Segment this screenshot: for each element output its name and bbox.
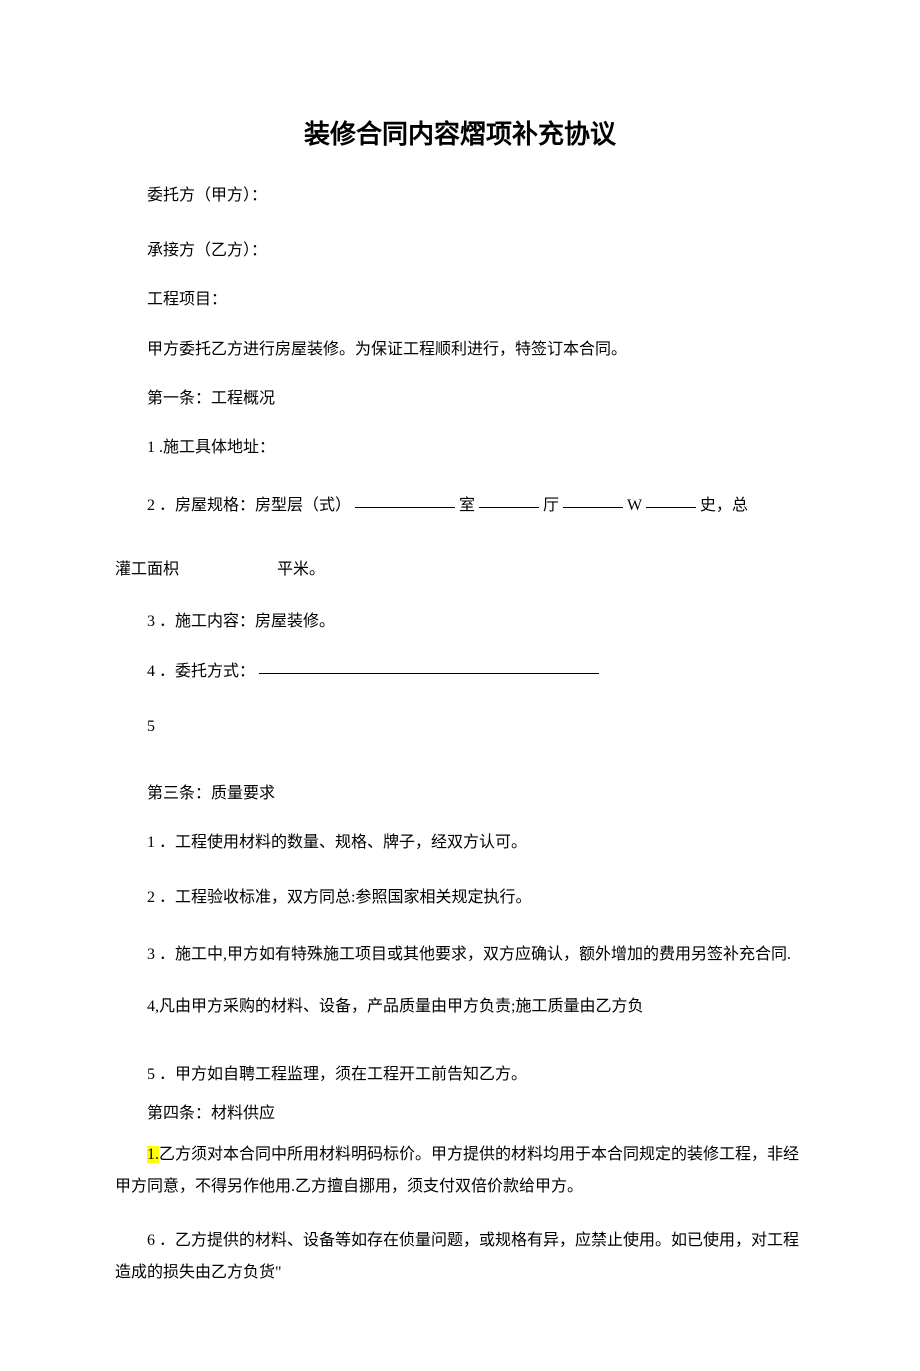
article-4-item-6: 6 ．乙方提供的材料、设备等如存在侦量问题，或规格有异，应禁止使用。如已使用，对… bbox=[115, 1225, 805, 1289]
a4-1-body: 乙方须对本合同中所用材料明码标价。甲方提供的材料均用于本合同规定的装修工程，非经… bbox=[115, 1146, 799, 1195]
blank-shi bbox=[646, 506, 696, 508]
article-1-item-4: 4 ．委托方式： bbox=[115, 658, 805, 685]
a3-3-text: 3 ．施工中,甲方如有特殊施工项目或其他要求，双方应确认，额外增加的费用另签补充… bbox=[147, 946, 791, 963]
a1-2-cont: 灌工面枳 bbox=[115, 561, 179, 578]
blank-room bbox=[355, 506, 455, 508]
a1-2-prefix: 2 ．房屋规格：房型层（式） bbox=[147, 497, 351, 514]
a1-2-shi: 史，总 bbox=[700, 497, 748, 514]
a1-2-end: 平米。 bbox=[277, 561, 325, 578]
a1-2-ting: 厅 bbox=[543, 497, 559, 514]
article-3-item-1: 1 ．工程使用材料的数量、规格、牌子，经双方认可。 bbox=[115, 829, 805, 856]
party-b-line: 承接方（乙方）： bbox=[115, 237, 805, 264]
highlight-marker: 1. bbox=[147, 1146, 159, 1163]
blank-ting bbox=[479, 506, 539, 508]
article-1-item-3: 3 ．施工内容：房屋装修。 bbox=[115, 608, 805, 635]
article-4-item-1: 1.乙方须对本合同中所用材料明码标价。甲方提供的材料均用于本合同规定的装修工程，… bbox=[115, 1139, 805, 1203]
article-3-item-4: 4,凡由甲方采购的材料、设备，产品质量由甲方负责;施工质量由乙方负 bbox=[115, 993, 805, 1020]
party-a-line: 委托方（甲方）： bbox=[115, 182, 805, 209]
article-3-heading: 第三条：质量要求 bbox=[115, 780, 805, 807]
project-line: 工程项目： bbox=[115, 286, 805, 313]
a1-2-room: 室 bbox=[459, 497, 475, 514]
a1-4-label: 4 ．委托方式： bbox=[147, 663, 255, 680]
article-3-item-3: 3 ．施工中,甲方如有特殊施工项目或其他要求，双方应确认，额外增加的费用另签补充… bbox=[115, 939, 805, 971]
article-3-item-5: 5 ．甲方如自聘工程监理，须在工程开工前告知乙方。 bbox=[115, 1061, 805, 1088]
article-1-item-5: 5 bbox=[115, 713, 805, 740]
article-1-heading: 第一条：工程概况 bbox=[115, 385, 805, 412]
article-1-item-1: 1 .施工具体地址： bbox=[115, 434, 805, 461]
document-title: 装修合同内容熠项补充协议 bbox=[115, 115, 805, 154]
article-3-item-2: 2 ．工程验收标准，双方同总:参照国家相关规定执行。 bbox=[115, 884, 805, 911]
intro-line: 甲方委托乙方进行房屋装修。为保证工程顺利进行，特签订本合同。 bbox=[115, 336, 805, 363]
article-4-heading: 第四条：材料供应 bbox=[115, 1100, 805, 1127]
blank-w bbox=[563, 506, 623, 508]
blank-delegate bbox=[259, 672, 599, 674]
article-1-item-2: 2 ．房屋规格：房型层（式） 室 厅 W 史，总 灌工面枳 平米。 bbox=[115, 489, 805, 586]
a1-2-w: W bbox=[627, 497, 642, 514]
a4-6-text: 6 ．乙方提供的材料、设备等如存在侦量问题，或规格有异，应禁止使用。如已使用，对… bbox=[115, 1232, 799, 1281]
